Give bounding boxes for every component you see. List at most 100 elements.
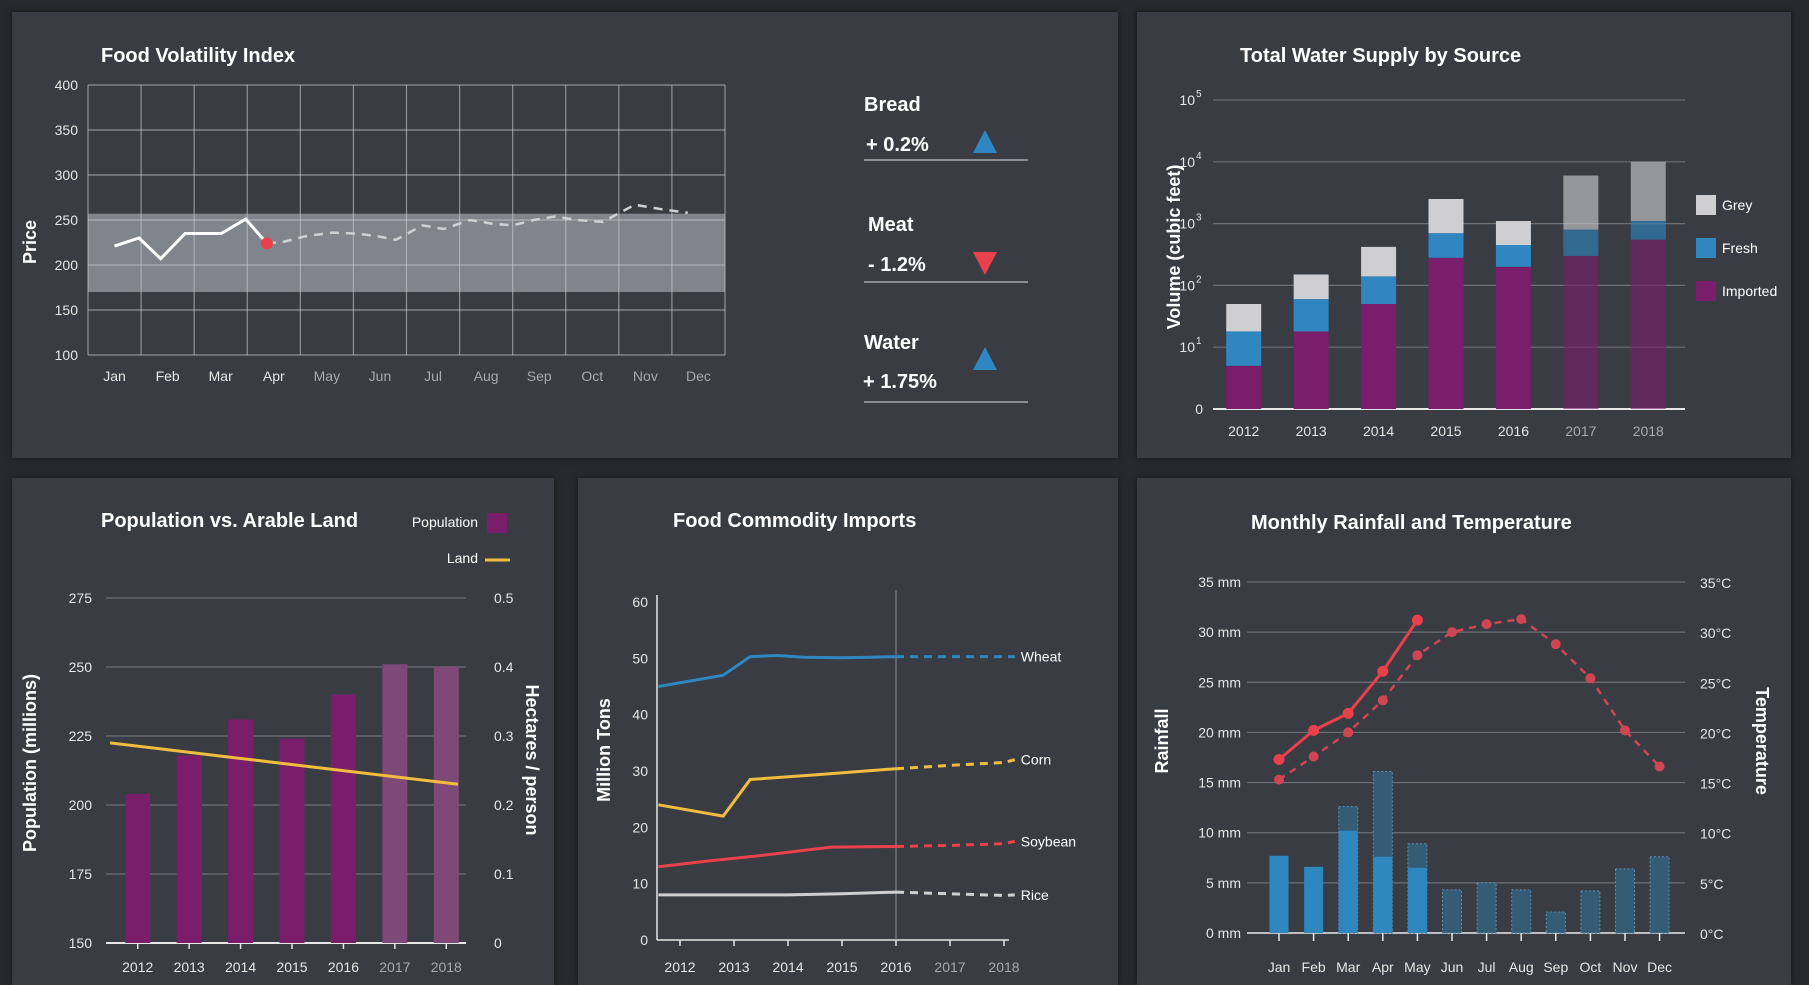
temperature-forecast-point [1412,650,1423,661]
x-tick-label: 2013 [718,959,749,975]
rainfall-bar [1545,911,1566,934]
water-bar-grey [1361,246,1397,277]
water-bar-fresh [1563,229,1599,256]
x-tick-label: 2018 [1633,423,1664,439]
chart-title: Monthly Rainfall and Temperature [1251,512,1572,534]
population-panel: Population vs. Arable Land Population (m… [12,478,554,985]
y-tick-label: 200 [55,257,79,273]
y-tick-label: 150 [69,935,93,951]
y2-tick-label: 0.1 [494,866,514,882]
x-tick-label: May [1404,959,1430,975]
y-tick-label: 400 [55,77,79,93]
y-tick-exponent: 2 [1196,274,1202,285]
legend-label: Imported [1722,283,1777,299]
water-bar-imported [1630,239,1666,409]
rainfall-bar [1442,889,1462,934]
temperature-forecast-point [1585,673,1596,684]
x-tick-label: Nov [633,368,658,384]
chart-title: Food Commodity Imports [673,510,916,532]
y-axis-label: Rainfall [1152,708,1172,773]
y2-tick-label: 20°C [1700,725,1731,741]
x-tick-label: Oct [581,368,603,384]
x-tick-label: Apr [1372,959,1394,975]
y-tick-label: 250 [69,659,93,675]
water-bar-fresh [1428,233,1464,258]
x-tick-label: 2013 [174,959,205,975]
x-tick-label: Apr [263,368,285,384]
y-tick-label: 0 mm [1206,925,1241,941]
temperature-line [1278,619,1419,761]
y2-tick-label: 15°C [1700,776,1731,792]
water-supply-panel: Total Water Supply by Source Volume (cub… [1137,12,1791,458]
temperature-forecast-point [1481,619,1492,630]
x-tick-label: Feb [156,368,180,384]
y-tick-label: 200 [69,797,93,813]
population-bar [125,793,151,943]
y-tick-label: 225 [69,728,93,744]
x-tick-label: 2017 [379,959,410,975]
water-bar-fresh [1630,221,1666,240]
water-bar-imported [1563,255,1599,409]
kpi-value: + 1.75% [863,371,937,393]
x-tick-label: 2016 [1498,423,1529,439]
water-bar-grey [1293,274,1329,300]
y-tick-label: 150 [55,302,79,318]
y2-axis-label: Temperature [1752,687,1772,795]
population-bar [382,664,408,943]
water-bar-imported [1428,257,1464,409]
x-tick-label: 2018 [988,959,1019,975]
y-tick-label: 35 mm [1198,574,1241,590]
x-tick-label: 2018 [431,959,462,975]
y-tick-label: 175 [69,866,93,882]
water-bar-imported [1495,266,1531,409]
y2-tick-label: 0.5 [494,590,514,606]
x-tick-label: Nov [1613,959,1638,975]
imports-chart: Food Commodity Imports Million Tons 0 10 2… [594,510,1076,975]
trend-up-icon [973,130,997,153]
y-tick-label: 0 [1195,401,1203,417]
y2-tick-label: 0°C [1700,926,1724,942]
y-tick-label: 100 [55,347,79,363]
kpi-value: - 1.2% [868,254,926,276]
imports-panel: Food Commodity Imports Million Tons 0 10 2… [578,478,1118,985]
x-tick-label: 2017 [1565,423,1596,439]
y-tick-label: 15 mm [1198,775,1241,791]
rainfall-bar [1615,868,1635,934]
kpi-water: Water + 1.75% [863,332,1028,403]
kpi-name: Water [864,332,919,354]
rainfall-bar [1407,867,1427,933]
food-volatility-panel: Food Volatility Index Price 100 150 200 250… [12,12,1118,458]
y2-tick-label: 0.3 [494,728,514,744]
trend-down-icon [973,252,997,275]
y2-tick-label: 10°C [1700,826,1731,842]
temperature-forecast-point [1343,727,1354,738]
y-tick-label: 20 mm [1198,724,1241,740]
x-tick-label: 2017 [934,959,965,975]
y-tick-label: 350 [55,122,79,138]
population-chart: Population vs. Arable Land Population (m… [20,510,542,975]
kpi-name: Bread [864,94,921,116]
legend-label: Fresh [1722,240,1758,256]
temperature-forecast-point [1516,614,1527,625]
y-tick-label: 300 [55,167,79,183]
temperature-forecast-line [1278,617,1661,781]
water-bar-fresh [1293,299,1329,332]
x-tick-label: Mar [1336,959,1360,975]
x-tick-label: May [314,368,340,384]
y2-tick-label: 0 [494,935,502,951]
corn-line [658,767,897,818]
y2-axis-label: Hectares / person [522,684,542,835]
legend-swatch [1696,281,1716,301]
y-tick-exponent: 3 [1196,213,1202,224]
x-tick-label: 2014 [772,959,803,975]
y-tick-exponent: 4 [1196,151,1202,162]
series-label: Soybean [1021,833,1076,849]
population-bar [228,719,254,943]
kpi-value: + 0.2% [866,134,929,156]
wheat-line [658,653,897,688]
series-label: Rice [1021,887,1049,903]
y-tick-label: 10 [1179,92,1195,108]
y2-tick-label: 25°C [1700,675,1731,691]
temperature-point [1273,754,1285,766]
chart-title: Food Volatility Index [101,45,295,67]
